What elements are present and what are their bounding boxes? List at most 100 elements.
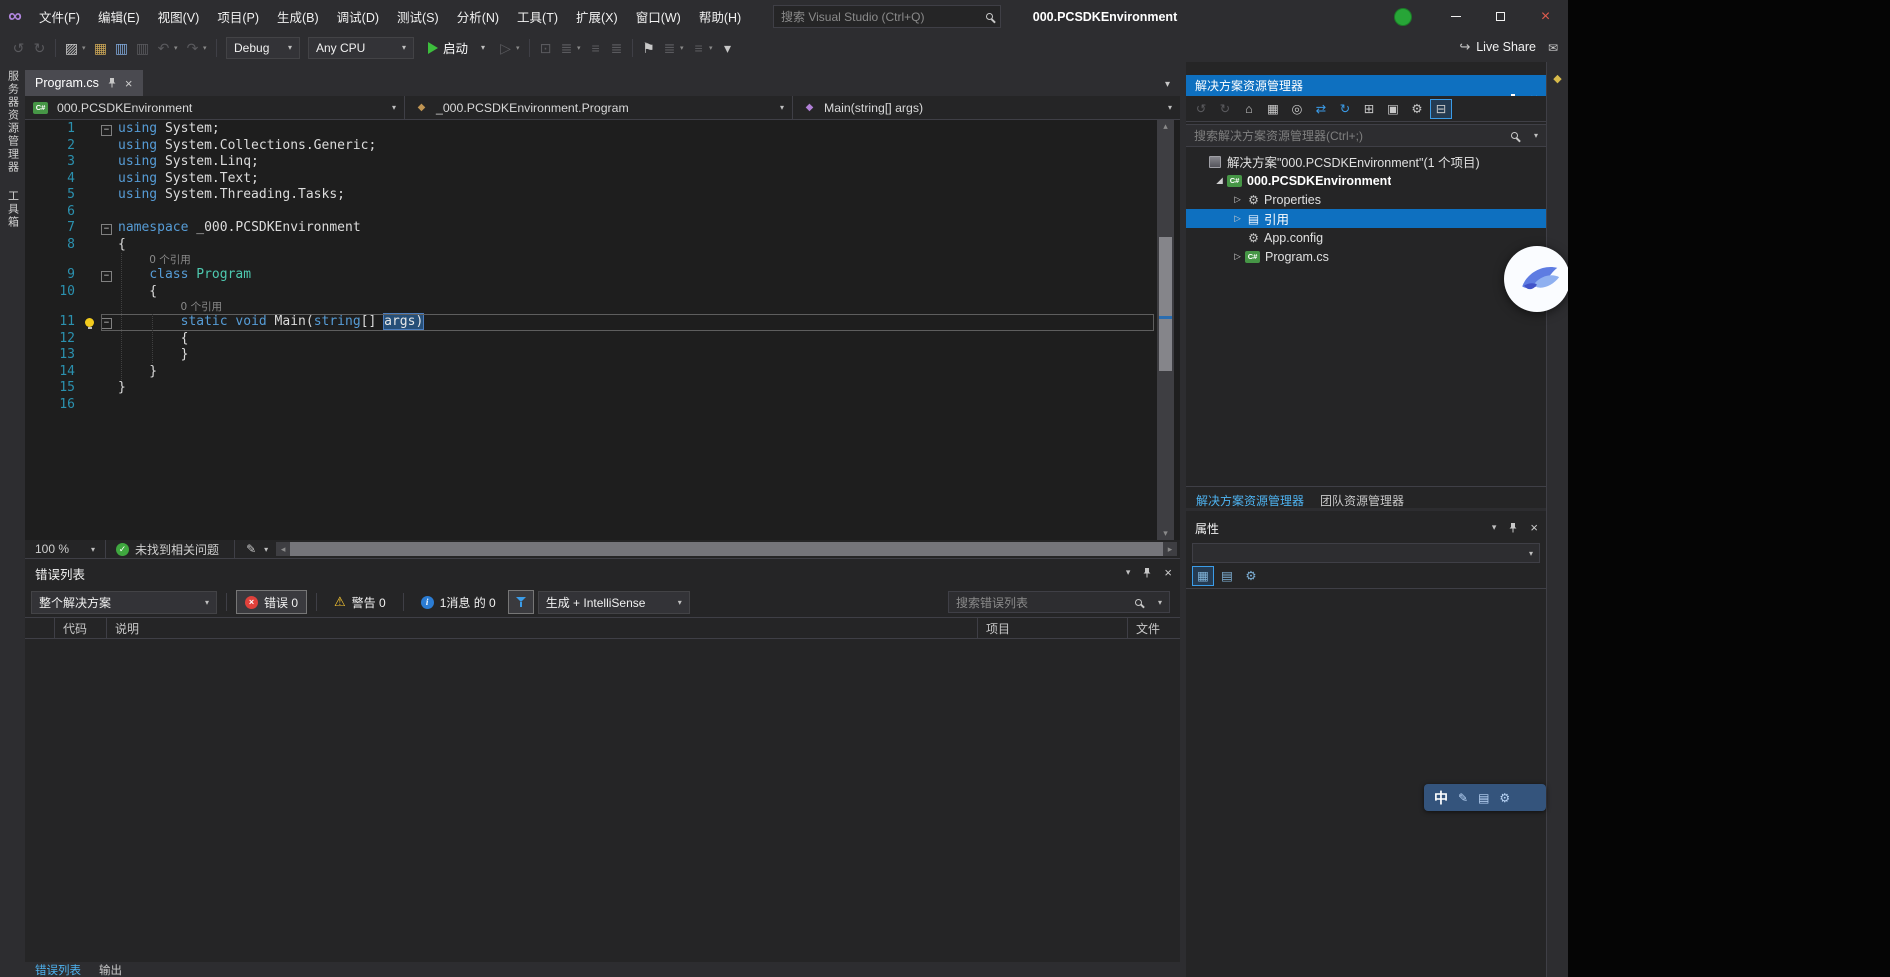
ime-tool-icon[interactable]: ✎ — [1458, 791, 1468, 805]
scroll-right-icon[interactable]: ▸ — [1163, 544, 1177, 555]
scrollbar-thumb[interactable] — [1159, 237, 1172, 371]
side-tab[interactable]: 服务器资源管理器 — [5, 70, 21, 174]
save-icon[interactable]: ▥ — [111, 41, 132, 55]
menu-item[interactable]: 工具(T) — [508, 0, 567, 33]
menu-item[interactable]: 测试(S) — [388, 0, 448, 33]
line-number[interactable]: 1 — [25, 121, 81, 138]
tab-list-chevron-icon[interactable]: ▾ — [1165, 79, 1170, 90]
code-text[interactable]: } — [118, 380, 126, 397]
close-panel-icon[interactable]: × — [1164, 566, 1172, 579]
code-text[interactable]: namespace _000.PCSDKEnvironment — [118, 220, 361, 237]
tree-item[interactable]: ▷⚙Properties — [1186, 190, 1546, 209]
line-number[interactable]: 15 — [25, 380, 81, 397]
redo-icon[interactable]: ↷ — [182, 41, 203, 55]
chevron-down-icon[interactable]: ▾ — [1492, 522, 1497, 533]
ime-toolbar[interactable]: 中 ✎▤⚙ — [1424, 784, 1546, 811]
column-header[interactable]: 代码 — [55, 618, 107, 638]
code-text[interactable]: using System.Threading.Tasks; — [118, 187, 345, 204]
line-number[interactable]: 4 — [25, 171, 81, 188]
line-ops-icon[interactable]: ≡ — [585, 41, 606, 55]
panel-tab[interactable]: 输出 — [99, 962, 122, 977]
code-editor[interactable]: 1−using System;2using System.Collections… — [25, 120, 1180, 540]
line-number[interactable]: 14 — [25, 364, 81, 381]
tree-item[interactable]: ◢C#000.PCSDKEnvironment — [1186, 171, 1546, 190]
assistant-bird-icon[interactable] — [1504, 246, 1568, 312]
maximize-button[interactable] — [1478, 0, 1523, 33]
column-header[interactable]: 项目 — [978, 618, 1128, 638]
tree-expander-icon[interactable]: ▷ — [1230, 194, 1245, 205]
se-back-icon[interactable]: ↺ — [1190, 99, 1212, 119]
edit-mode-icon[interactable]: ✎ — [246, 542, 256, 556]
solution-configurations-dropdown[interactable]: Debug▾ — [226, 37, 300, 59]
menu-item[interactable]: 视图(V) — [149, 0, 209, 33]
attach-icon[interactable]: ⊡ — [535, 41, 556, 55]
line-number[interactable]: 13 — [25, 347, 81, 364]
menu-item[interactable]: 文件(F) — [30, 0, 89, 33]
line-number[interactable]: 16 — [25, 397, 81, 414]
code-text[interactable]: using System.Linq; — [118, 154, 259, 171]
code-text[interactable]: } — [118, 364, 157, 381]
messages-filter-button[interactable]: i 1消息 的 0 — [413, 590, 504, 614]
account-avatar[interactable] — [1394, 8, 1412, 26]
document-health-indicator[interactable]: ✓ 未找到相关问题 — [106, 540, 229, 558]
fold-collapse-icon[interactable]: − — [101, 314, 118, 331]
properties-object-dropdown[interactable]: ▾ — [1192, 543, 1540, 563]
error-list-search-input[interactable]: 搜索错误列表 ▾ — [948, 591, 1170, 613]
indent-ops-icon[interactable]: ≣ — [606, 41, 627, 55]
code-text[interactable]: 0 个引用 — [118, 253, 191, 267]
start-without-debugging-icon[interactable]: ▷ — [495, 41, 516, 55]
ime-tool-icon[interactable]: ⚙ — [1499, 791, 1510, 805]
props-categorized-icon[interactable]: ▦ — [1192, 566, 1214, 586]
nav-dropdown-0[interactable]: C#000.PCSDKEnvironment▾ — [25, 96, 405, 119]
editor-horizontal-scrollbar[interactable]: ◂ ▸ — [276, 542, 1177, 556]
line-number[interactable]: 7 — [25, 220, 81, 237]
open-file-icon[interactable]: ▦ — [90, 41, 111, 55]
solution-explorer-title-bar[interactable]: 解决方案资源管理器 ▾ × — [1186, 75, 1546, 96]
panel-tab[interactable]: 解决方案资源管理器 — [1196, 492, 1304, 508]
nav-forward-icon[interactable]: ↻ — [29, 41, 50, 55]
se-show-all-files-icon[interactable]: ⚙ — [1406, 99, 1428, 119]
se-home-icon[interactable]: ⌂ — [1238, 99, 1260, 119]
ime-tool-icon[interactable]: ▤ — [1478, 791, 1489, 805]
uncomment-icon[interactable]: ≡ — [688, 41, 709, 55]
code-text[interactable]: static void Main(string[] args) — [118, 314, 423, 331]
menu-item[interactable]: 编辑(E) — [89, 0, 149, 33]
source-filter-dropdown[interactable]: 生成 + IntelliSense ▾ — [538, 591, 690, 614]
code-text[interactable]: } — [118, 347, 188, 364]
scope-filter-dropdown[interactable]: 整个解决方案 ▾ — [31, 591, 217, 614]
se-nest-icon[interactable]: ⊞ — [1358, 99, 1380, 119]
menu-item[interactable]: 生成(B) — [268, 0, 328, 33]
toolbar-overflow-icon[interactable]: ▾ — [717, 41, 738, 55]
side-tab[interactable]: 工具箱 — [5, 190, 21, 229]
code-text[interactable]: { — [118, 331, 188, 348]
se-pending-changes-icon[interactable]: ◎ — [1286, 99, 1308, 119]
line-number[interactable]: 11 — [25, 314, 81, 331]
se-refresh-icon[interactable]: ↻ — [1334, 99, 1356, 119]
line-number[interactable]: 6 — [25, 204, 81, 221]
se-sync-active-icon[interactable]: ⇄ — [1310, 99, 1332, 119]
comment-icon[interactable]: ≣ — [659, 41, 680, 55]
menu-item[interactable]: 调试(D) — [328, 0, 388, 33]
fold-collapse-icon[interactable]: − — [101, 220, 118, 237]
se-switch-views-icon[interactable]: ▦ — [1262, 99, 1284, 119]
tree-expander-icon[interactable]: ▷ — [1230, 213, 1245, 224]
minimize-button[interactable] — [1433, 0, 1478, 33]
se-collapse-all-icon[interactable]: ⊟ — [1430, 99, 1452, 119]
step-list-icon[interactable]: ≣ — [556, 41, 577, 55]
solution-platforms-dropdown[interactable]: Any CPU▾ — [308, 37, 414, 59]
line-number[interactable]: 9 — [25, 267, 81, 284]
menu-item[interactable]: 窗口(W) — [627, 0, 690, 33]
nav-dropdown-1[interactable]: ◆_000.PCSDKEnvironment.Program▾ — [405, 96, 793, 119]
notification-icon[interactable]: ◆ — [1553, 72, 1561, 977]
undo-icon[interactable]: ↶ — [153, 41, 174, 55]
column-header[interactable]: 说明 — [107, 618, 978, 638]
line-number[interactable]: 5 — [25, 187, 81, 204]
se-properties-pages-icon[interactable]: ▣ — [1382, 99, 1404, 119]
tree-item[interactable]: ▷C#Program.cs — [1186, 247, 1546, 266]
tree-item[interactable]: ⚙App.config — [1186, 228, 1546, 247]
quick-search-input[interactable]: 搜索 Visual Studio (Ctrl+Q) — [773, 5, 1001, 28]
menu-item[interactable]: 分析(N) — [448, 0, 508, 33]
bookmark-icon[interactable]: ⚑ — [638, 41, 659, 55]
tab-program-cs[interactable]: Program.cs × — [25, 70, 143, 96]
fold-collapse-icon[interactable]: − — [101, 267, 118, 284]
